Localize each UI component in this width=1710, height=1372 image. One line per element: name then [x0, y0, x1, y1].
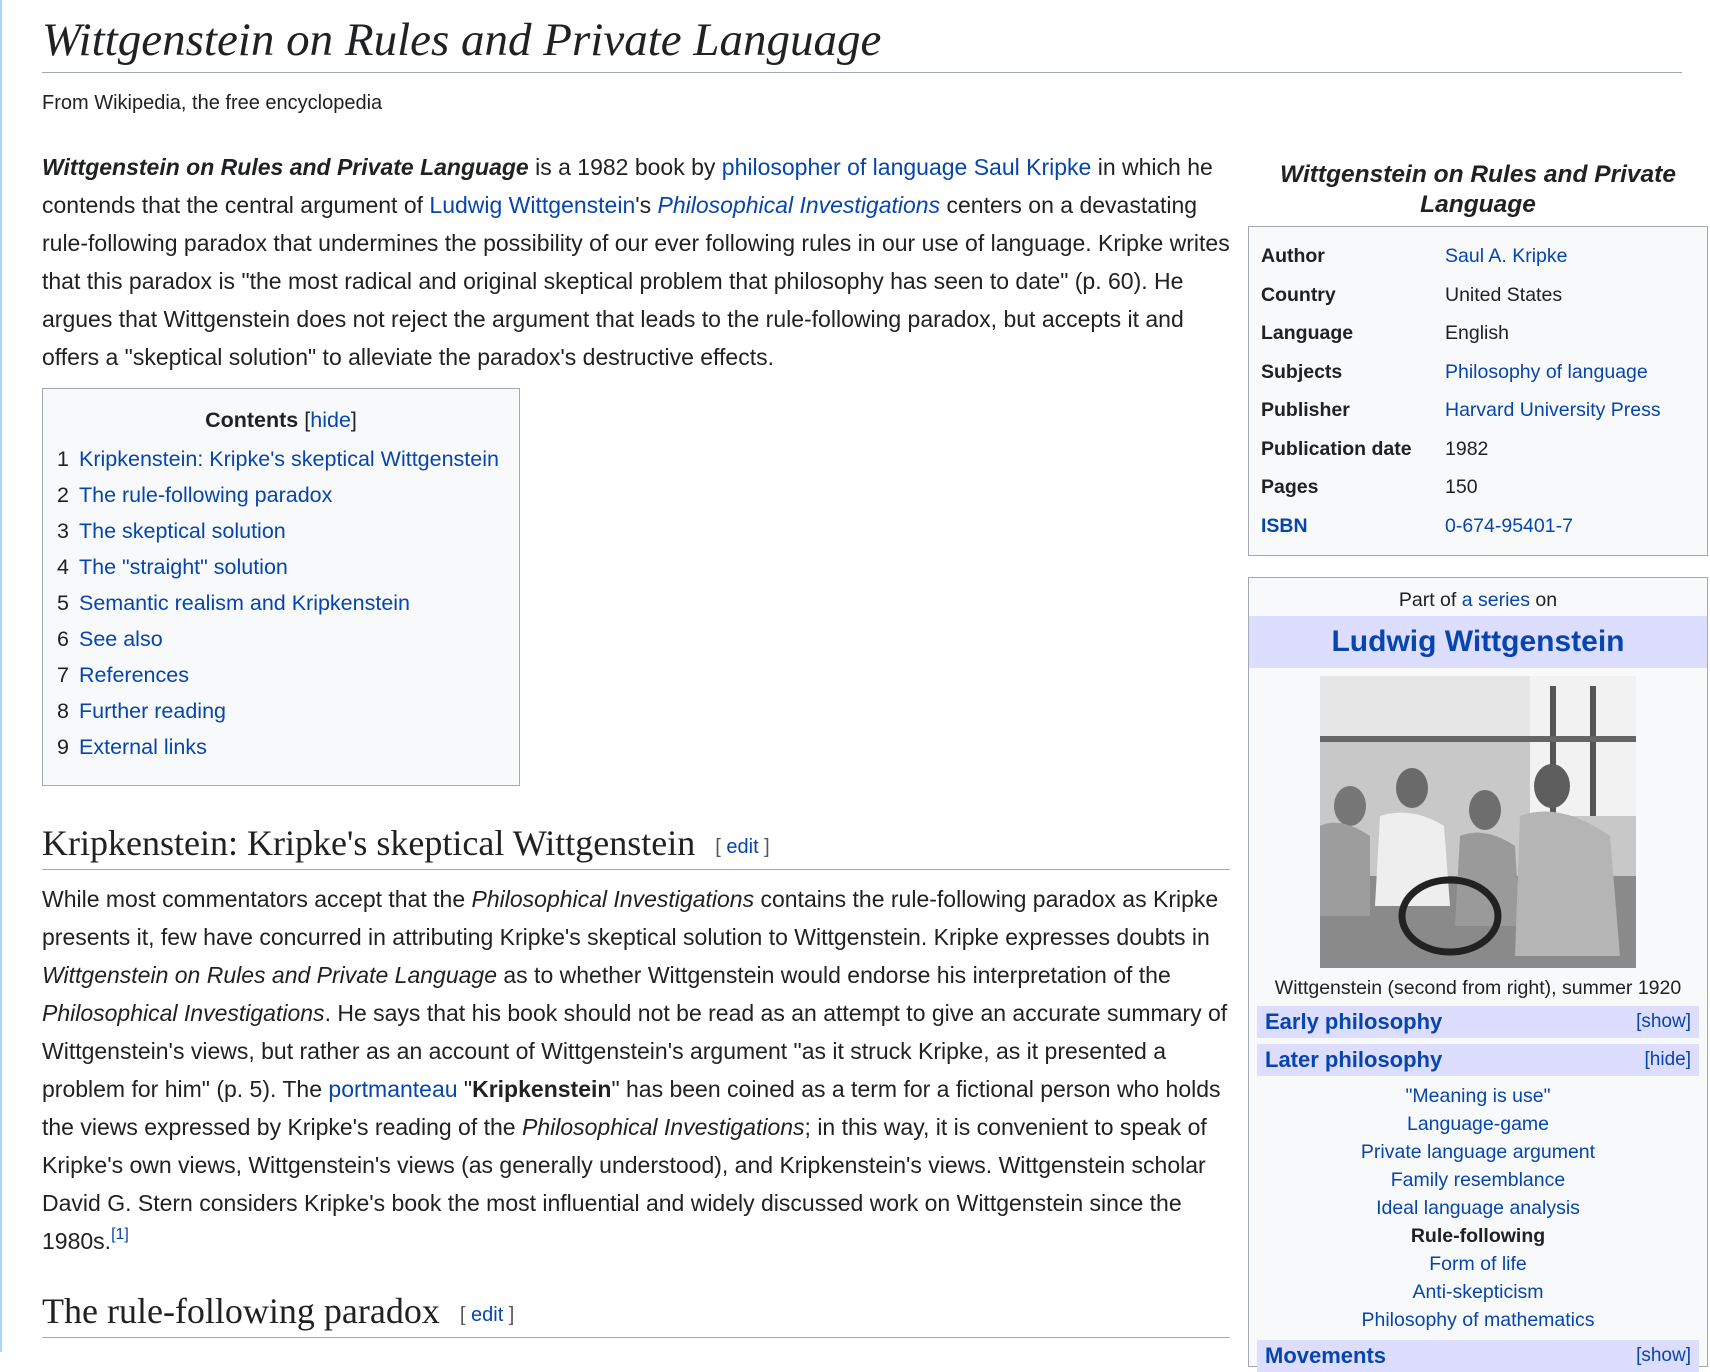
- group-early-philosophy: Early philosophy [show]: [1257, 1006, 1699, 1038]
- isbn-label-link[interactable]: ISBN: [1261, 507, 1445, 546]
- edit-section-link[interactable]: edit: [471, 1304, 503, 1326]
- series-link[interactable]: a series: [1462, 589, 1530, 611]
- series-above-text: Part of a series on: [1398, 589, 1558, 611]
- left-page-rule: [0, 0, 2, 1352]
- lead-bold-title: Wittgenstein on Rules and Private Langua…: [42, 154, 529, 180]
- infobox-row: Country United States: [1261, 283, 1563, 306]
- subjects-link[interactable]: Philosophy of language: [1445, 353, 1695, 392]
- later-philosophy-link[interactable]: Later philosophy: [1265, 1044, 1442, 1076]
- list-item[interactable]: Philosophy of mathematics: [1361, 1309, 1594, 1331]
- infobox-caption: Wittgenstein on Rules and Private Langua…: [1280, 161, 1676, 218]
- toc-item[interactable]: 8 Further reading: [57, 693, 519, 729]
- edit-section-link[interactable]: edit: [726, 836, 758, 858]
- list-item-current: Rule-following: [1410, 1225, 1546, 1247]
- link-philosophical-investigations[interactable]: Philosophical Investigations: [658, 192, 941, 218]
- article-page: Wittgenstein on Rules and Private Langua…: [42, 0, 1710, 1372]
- lead-paragraph: Wittgenstein on Rules and Private Langua…: [42, 154, 1230, 370]
- lead-section: Wittgenstein on Rules and Private Langua…: [42, 148, 1230, 388]
- section-paragraph: While most commentators accept that the …: [42, 886, 1228, 1254]
- infobox-table: Author Saul A. Kripke Country United State…: [1248, 226, 1708, 556]
- infobox-row: Author Saul A. Kripke: [1261, 237, 1695, 276]
- link-ludwig-wittgenstein[interactable]: Ludwig Wittgenstein: [429, 192, 635, 218]
- group-movements: Movements [show]: [1257, 1340, 1699, 1372]
- infobox-row: Publisher Harvard University Press: [1261, 391, 1695, 430]
- list-item[interactable]: Private language argument: [1361, 1141, 1595, 1163]
- infobox-row: Subjects Philosophy of language: [1261, 353, 1695, 392]
- toc-list: 1 Kripkenstein: Kripke's skeptical Wittge…: [43, 441, 519, 765]
- list-item[interactable]: Anti-skepticism: [1412, 1281, 1543, 1303]
- publisher-link[interactable]: Harvard University Press: [1445, 391, 1695, 430]
- toc-item[interactable]: 5 Semantic realism and Kripkenstein: [57, 585, 519, 621]
- reference-1-link[interactable]: [1]: [111, 1226, 129, 1243]
- toc-item[interactable]: 1 Kripkenstein: Kripke's skeptical Wittge…: [57, 441, 519, 477]
- link-saul-kripke[interactable]: Saul Kripke: [974, 154, 1092, 180]
- toc-item[interactable]: 2 The rule-following paradox: [57, 477, 519, 513]
- infobox-row: Publication date 1982: [1261, 437, 1489, 460]
- early-philosophy-link[interactable]: Early philosophy: [1265, 1006, 1442, 1038]
- movements-link[interactable]: Movements: [1265, 1340, 1386, 1372]
- infobox-row: ISBN 0-674-95401-7: [1261, 507, 1695, 546]
- list-item[interactable]: "Meaning is use": [1405, 1085, 1550, 1107]
- author-link[interactable]: Saul A. Kripke: [1445, 237, 1695, 276]
- series-title-link[interactable]: Ludwig Wittgenstein: [1249, 616, 1707, 668]
- toc-item[interactable]: 4 The "straight" solution: [57, 549, 519, 585]
- wittgenstein-photo[interactable]: [1320, 676, 1636, 968]
- hide-toggle[interactable]: [hide]: [1645, 1044, 1691, 1076]
- page-title: Wittgenstein on Rules and Private Langua…: [42, 12, 1682, 74]
- toc-title: Contents [hide]: [205, 408, 357, 432]
- group-later-philosophy: Later philosophy [hide]: [1257, 1044, 1699, 1076]
- table-of-contents: Contents [hide] 1 Kripkenstein: Kripke's …: [42, 388, 520, 786]
- link-portmanteau[interactable]: portmanteau: [328, 1076, 457, 1102]
- book-infobox: Wittgenstein on Rules and Private Langua…: [1248, 160, 1708, 556]
- list-item[interactable]: Form of life: [1429, 1253, 1527, 1275]
- section-heading-rule-following: The rule-following paradox[ edit ]: [42, 1290, 1230, 1339]
- infobox-row: Language English: [1261, 322, 1509, 344]
- later-philosophy-list: "Meaning is use" Language-game Private l…: [1249, 1082, 1707, 1334]
- isbn-value-link[interactable]: 0-674-95401-7: [1445, 507, 1695, 546]
- toc-item[interactable]: 3 The skeptical solution: [57, 513, 519, 549]
- photo-caption: Wittgenstein (second from right), summer…: [1274, 977, 1682, 999]
- show-toggle[interactable]: [show]: [1636, 1006, 1691, 1038]
- toc-item[interactable]: 9 External links: [57, 729, 519, 765]
- show-toggle[interactable]: [show]: [1636, 1340, 1691, 1372]
- photo-image: [1320, 676, 1636, 968]
- toc-item[interactable]: 6 See also: [57, 621, 519, 657]
- section-heading-kripkenstein: Kripkenstein: Kripke's skeptical Wittgen…: [42, 822, 1230, 871]
- section-kripkenstein-body: While most commentators accept that the …: [42, 880, 1230, 1260]
- list-item[interactable]: Ideal language analysis: [1376, 1197, 1580, 1219]
- list-item[interactable]: Family resemblance: [1391, 1169, 1565, 1191]
- site-tagline: From Wikipedia, the free encyclopedia: [42, 92, 383, 114]
- toc-hide-toggle[interactable]: hide: [310, 408, 351, 432]
- toc-item[interactable]: 7 References: [57, 657, 519, 693]
- list-item[interactable]: Language-game: [1407, 1113, 1549, 1135]
- infobox-row: Pages 150: [1261, 476, 1478, 498]
- series-sidebar: Part of a series on Ludwig Wittgenstein: [1248, 577, 1708, 1372]
- link-philosopher-of-language[interactable]: philosopher of language: [722, 154, 968, 180]
